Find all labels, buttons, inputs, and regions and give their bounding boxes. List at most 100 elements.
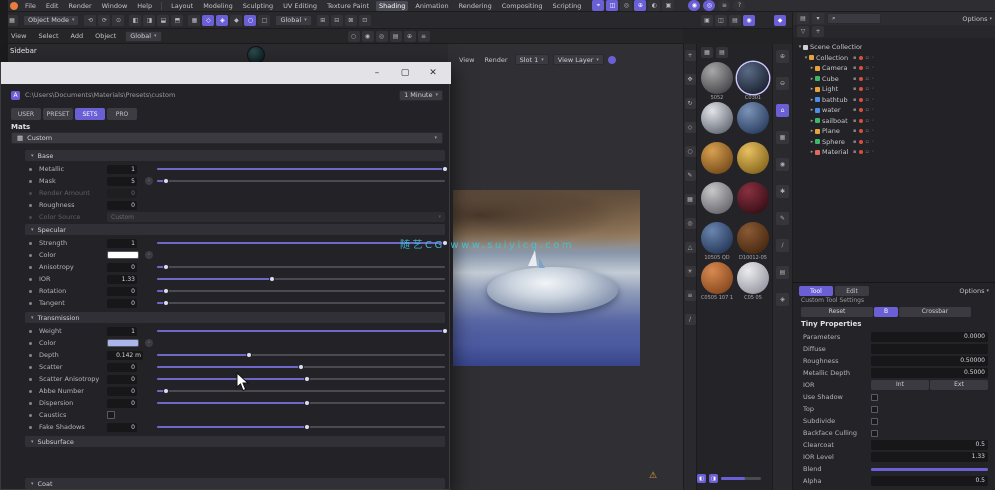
- render-menu-view[interactable]: View: [456, 55, 477, 65]
- gizmo-icon[interactable]: ⊕: [634, 0, 646, 11]
- workspace-icon[interactable]: ▣: [701, 15, 713, 26]
- outliner-row[interactable]: ▸Cube▪▫◦: [793, 74, 995, 84]
- dialog-tab-sets[interactable]: SETS: [75, 108, 105, 120]
- param-value[interactable]: 0: [107, 387, 137, 396]
- slider-handle[interactable]: [442, 328, 448, 334]
- material-thumb-item-7[interactable]: [737, 182, 769, 214]
- shading-solid-icon[interactable]: ○: [348, 31, 360, 42]
- snap-edge-icon[interactable]: ◈: [216, 15, 228, 26]
- list-icon[interactable]: ≡: [685, 290, 696, 301]
- move-icon[interactable]: ✥: [685, 74, 696, 85]
- pin-window-icon[interactable]: ◉: [743, 15, 755, 26]
- slider-handle[interactable]: [304, 400, 310, 406]
- camera-icon[interactable]: ◉: [776, 158, 789, 171]
- param-slider[interactable]: [157, 378, 445, 380]
- material-thumb-item-3[interactable]: [737, 102, 769, 134]
- param-value[interactable]: 1.33: [107, 275, 137, 284]
- render-hide-icon[interactable]: ◦: [871, 55, 874, 61]
- layout-grid-icon[interactable]: ▤: [729, 15, 741, 26]
- select-box-icon[interactable]: ◧: [129, 15, 141, 26]
- viewport-menu-view[interactable]: View: [8, 31, 29, 41]
- section-header-base[interactable]: ▾Base: [25, 150, 445, 161]
- prop-value[interactable]: 1.33: [871, 452, 988, 462]
- material-thumb-item-4[interactable]: [701, 142, 733, 174]
- list-view-icon[interactable]: ▤: [716, 47, 728, 58]
- select-toggle-icon[interactable]: ▪: [853, 97, 856, 103]
- magnet-snap-icon[interactable]: ⌖: [592, 0, 604, 11]
- overlays-icon[interactable]: ◐: [648, 0, 660, 11]
- prop-checkbox[interactable]: [871, 418, 878, 425]
- param-value[interactable]: 0: [107, 263, 137, 272]
- param-value[interactable]: 0: [107, 287, 137, 296]
- dialog-tab-pro[interactable]: PRO: [107, 108, 137, 120]
- zoom-in-icon[interactable]: ⊕: [776, 50, 789, 63]
- param-slider[interactable]: [157, 330, 445, 332]
- prop-segment-ext[interactable]: Ext: [930, 380, 988, 390]
- workspace-tab-sculpting[interactable]: Sculpting: [240, 1, 276, 11]
- display-mode-icon[interactable]: ▾: [812, 13, 824, 24]
- material-thumb-item-6[interactable]: [701, 182, 733, 214]
- slider-handle[interactable]: [442, 166, 448, 172]
- mirror-icon[interactable]: ⊠: [345, 15, 357, 26]
- select-toggle-icon[interactable]: ▪: [853, 76, 856, 82]
- outliner-row[interactable]: ▸Light▪▫◦: [793, 84, 995, 94]
- render-hide-icon[interactable]: ◦: [871, 139, 874, 145]
- render-visibility-dot[interactable]: [859, 87, 863, 91]
- outliner-row[interactable]: ▾Collection▪▫◦: [793, 53, 995, 63]
- param-slider[interactable]: [157, 390, 445, 392]
- param-dropdown[interactable]: Custom▾: [107, 212, 445, 222]
- overlay-toggle-icon[interactable]: ▤: [390, 31, 402, 42]
- param-value[interactable]: 5: [107, 177, 137, 186]
- edit-icon[interactable]: ✎: [776, 212, 789, 225]
- prop-value[interactable]: 0.5: [871, 440, 988, 450]
- measure-tool-icon[interactable]: ⊡: [359, 15, 371, 26]
- mode-dropdown[interactable]: Object Mode▾: [23, 15, 79, 26]
- slider-handle[interactable]: [298, 364, 304, 370]
- render-visibility-dot[interactable]: [859, 108, 863, 112]
- select-toggle-icon[interactable]: ▪: [853, 55, 856, 61]
- outliner-row[interactable]: ▸water▪▫◦: [793, 105, 995, 115]
- render-hide-icon[interactable]: ◦: [871, 107, 874, 113]
- slot-dropdown[interactable]: Slot 1▾: [515, 54, 549, 65]
- toggle-right-icon[interactable]: ◨: [709, 474, 718, 483]
- material-thumb-10505 QD[interactable]: [701, 222, 733, 254]
- outliner-row[interactable]: ▸Camera▪▫◦: [793, 63, 995, 73]
- material-thumb-D10012-05[interactable]: [737, 222, 769, 254]
- param-value[interactable]: 0.142 m: [107, 351, 143, 360]
- outliner-row[interactable]: ▸Material▪▫◦: [793, 147, 995, 157]
- transform-icon[interactable]: ○: [685, 146, 696, 157]
- orientation-dropdown-2[interactable]: Global▾: [125, 31, 161, 42]
- shading-material-icon[interactable]: ◉: [362, 31, 374, 42]
- material-thumb-item-5[interactable]: [737, 142, 769, 174]
- param-slider[interactable]: [157, 402, 445, 404]
- star-icon[interactable]: ✱: [776, 185, 789, 198]
- param-value[interactable]: 0: [107, 375, 137, 384]
- material-thumb-item-2[interactable]: [701, 102, 733, 134]
- grid-icon[interactable]: ▦: [776, 131, 789, 144]
- workspace-tab-modeling[interactable]: Modeling: [200, 1, 236, 11]
- slash-icon[interactable]: ∕: [776, 239, 789, 252]
- outliner-row[interactable]: ▸sailboat▪▫◦: [793, 116, 995, 126]
- color-swatch[interactable]: [107, 251, 139, 259]
- outliner-row[interactable]: ▸bathtub▪▫◦: [793, 95, 995, 105]
- outliner-row[interactable]: ▸Plane▪▫◦: [793, 126, 995, 136]
- workspace-tab-animation[interactable]: Animation: [412, 1, 451, 11]
- workspace-tab-layout[interactable]: Layout: [168, 1, 196, 11]
- select-toggle-icon[interactable]: ▪: [853, 139, 856, 145]
- param-value[interactable]: 0: [107, 399, 137, 408]
- material-selector-dropdown[interactable]: ▦ Custom ▾: [11, 132, 443, 144]
- mini-slider[interactable]: [721, 477, 761, 480]
- material-thumb-C05 05[interactable]: [737, 262, 769, 294]
- param-value[interactable]: 0: [107, 423, 137, 432]
- undo-icon[interactable]: ⟲: [84, 15, 96, 26]
- render-hide-icon[interactable]: ◦: [871, 118, 874, 124]
- render-viewport[interactable]: ViewRenderSlot 1▾View Layer▾: [448, 44, 683, 490]
- param-checkbox[interactable]: [107, 411, 115, 419]
- param-slider[interactable]: [157, 354, 445, 356]
- snap-increment-icon[interactable]: □: [258, 15, 270, 26]
- param-value[interactable]: 1: [107, 327, 137, 336]
- section-header-coat[interactable]: ▾Coat: [25, 478, 445, 489]
- viewport-hide-icon[interactable]: ▫: [865, 97, 868, 103]
- param-value[interactable]: 0: [107, 299, 137, 308]
- layers-icon[interactable]: ▤: [776, 266, 789, 279]
